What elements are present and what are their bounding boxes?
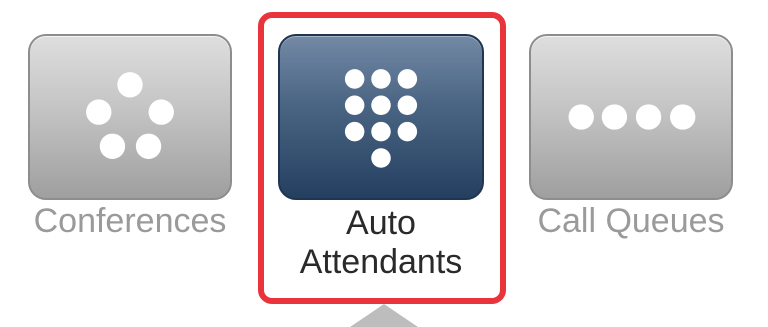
keypad-icon — [344, 69, 418, 168]
auto-attendants-icon-box[interactable] — [278, 34, 484, 200]
tile-call-queues-label: Call Queues — [537, 202, 725, 240]
call-queues-icon-box[interactable] — [529, 34, 733, 200]
conference-dots-icon — [86, 72, 174, 159]
tile-conferences-label: Conferences — [33, 202, 227, 240]
tile-auto-attendants[interactable]: Auto Attendants — [278, 34, 484, 284]
selection-pointer-icon — [350, 304, 418, 327]
feature-tile-bar: Conferences Auto Attendants Call Queues — [0, 0, 768, 327]
tile-call-queues[interactable]: Call Queues — [529, 34, 733, 248]
queue-dots-icon — [568, 104, 696, 130]
tile-conferences[interactable]: Conferences — [28, 34, 232, 248]
tile-auto-attendants-label-line1: Auto — [346, 204, 416, 242]
conferences-icon-box[interactable] — [28, 34, 232, 200]
tile-auto-attendants-label-line2: Attendants — [299, 243, 463, 281]
